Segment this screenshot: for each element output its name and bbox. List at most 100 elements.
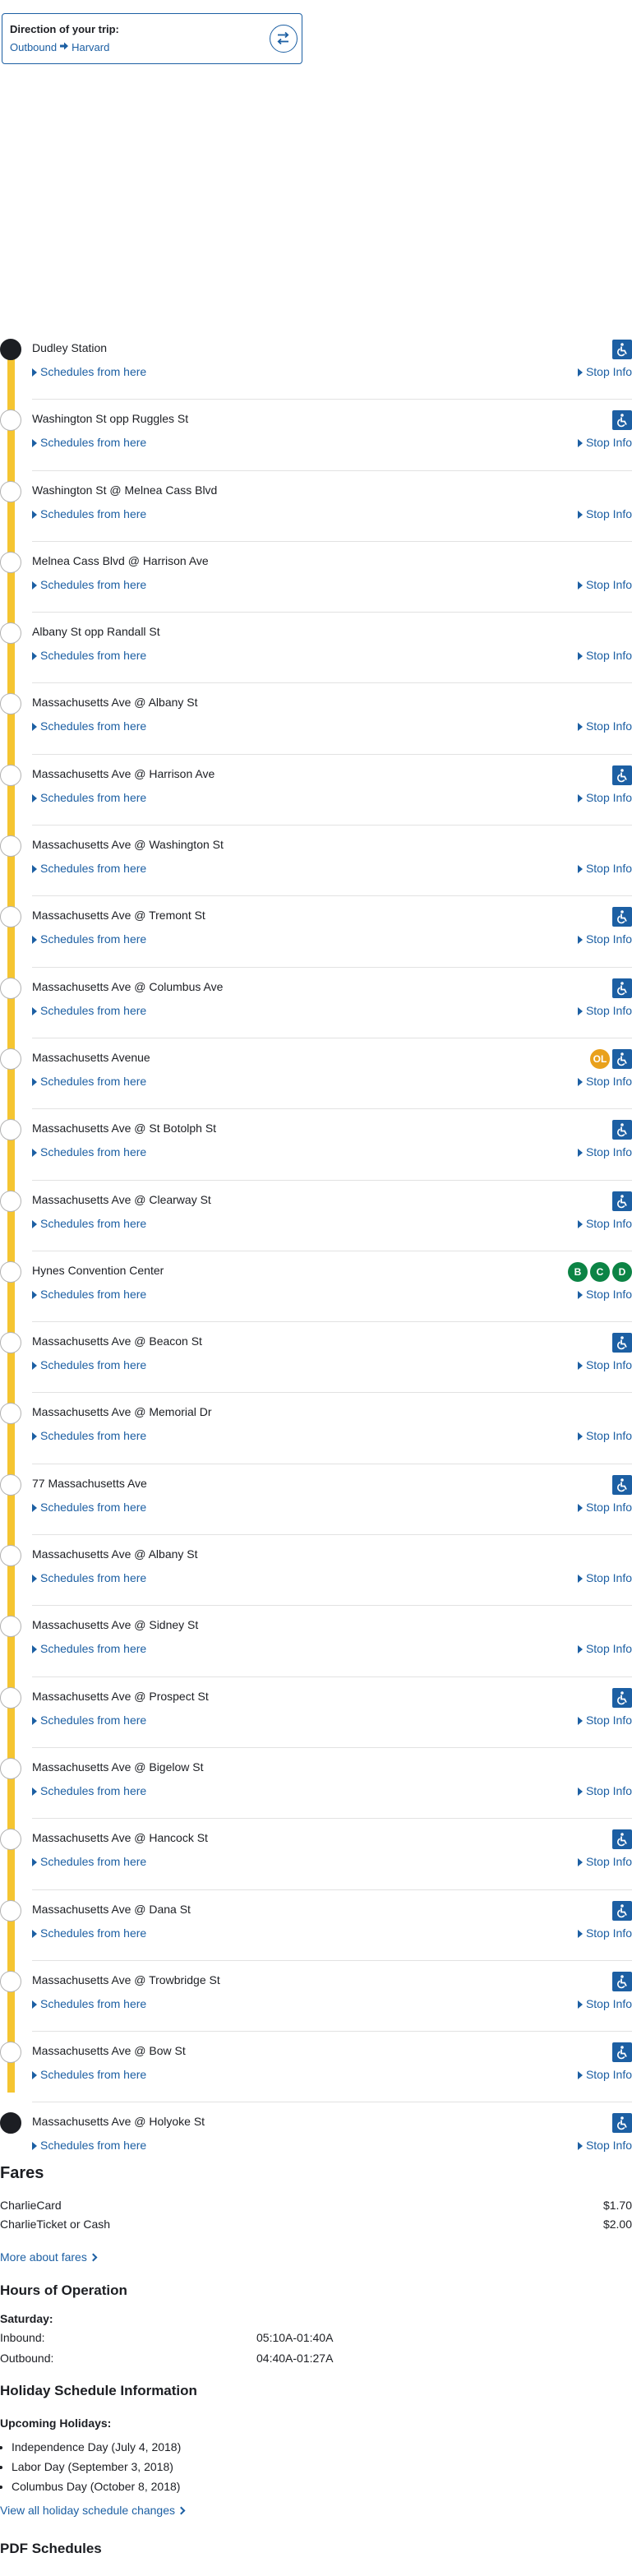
stop-icons <box>612 2042 632 2063</box>
schedules-from-here-link[interactable]: Schedules from here <box>32 1217 146 1230</box>
schedules-link-label: Schedules from here <box>40 436 147 450</box>
stop-info-label: Stop Info <box>585 436 632 450</box>
schedules-from-here-link[interactable]: Schedules from here <box>32 1784 146 1797</box>
stop-info-link[interactable]: Stop Info <box>577 791 632 804</box>
stop-name: Massachusetts Ave @ Albany St <box>32 1547 198 1561</box>
schedules-link-label: Schedules from here <box>40 1926 147 1940</box>
stop-info-link[interactable]: Stop Info <box>577 1145 632 1159</box>
stop-info-link[interactable]: Stop Info <box>577 1855 632 1868</box>
stop-info-link[interactable]: Stop Info <box>577 1429 632 1442</box>
schedules-from-here-link[interactable]: Schedules from here <box>32 2139 146 2152</box>
schedules-link-label: Schedules from here <box>40 1287 147 1301</box>
wheelchair-accessible-icon <box>612 1191 632 1211</box>
caret-right-icon <box>577 2000 583 2009</box>
stop-info-link[interactable]: Stop Info <box>577 649 632 662</box>
schedules-from-here-link[interactable]: Schedules from here <box>32 1501 146 1514</box>
stop-row: Albany St opp Randall St Schedules from h… <box>0 613 632 684</box>
stop-name: Massachusetts Avenue <box>32 1050 150 1064</box>
stop-info-link[interactable]: Stop Info <box>577 578 632 591</box>
wheelchair-accessible-icon <box>612 765 632 785</box>
stop-info-link[interactable]: Stop Info <box>577 2068 632 2081</box>
direction-value[interactable]: Outbound Harvard <box>10 41 109 53</box>
stop-name: Massachusetts Ave @ Clearway St <box>32 1192 211 1206</box>
schedules-from-here-link[interactable]: Schedules from here <box>32 1075 146 1088</box>
schedules-from-here-link[interactable]: Schedules from here <box>32 649 146 662</box>
schedules-from-here-link[interactable]: Schedules from here <box>32 1004 146 1017</box>
stop-name: Hynes Convention Center <box>32 1263 164 1277</box>
schedules-from-here-link[interactable]: Schedules from here <box>32 2068 146 2081</box>
stop-info-link[interactable]: Stop Info <box>577 1075 632 1088</box>
schedules-from-here-link[interactable]: Schedules from here <box>32 1855 146 1868</box>
schedules-from-here-link[interactable]: Schedules from here <box>32 507 146 520</box>
caret-right-icon <box>577 1503 583 1512</box>
stop-info-link[interactable]: Stop Info <box>577 1004 632 1017</box>
schedules-from-here-link[interactable]: Schedules from here <box>32 1713 146 1727</box>
stop-name: Massachusetts Ave @ Memorial Dr <box>32 1405 212 1419</box>
schedules-from-here-link[interactable]: Schedules from here <box>32 1145 146 1159</box>
stop-info-link[interactable]: Stop Info <box>577 1642 632 1655</box>
schedules-from-here-link[interactable]: Schedules from here <box>32 719 146 733</box>
schedules-link-label: Schedules from here <box>40 719 147 733</box>
schedules-from-here-link[interactable]: Schedules from here <box>32 932 146 946</box>
schedules-link-label: Schedules from here <box>40 790 147 804</box>
schedules-from-here-link[interactable]: Schedules from here <box>32 436 146 449</box>
schedules-from-here-link[interactable]: Schedules from here <box>32 1926 146 1940</box>
fare-price: $1.70 <box>602 2199 632 2212</box>
stop-info-link[interactable]: Stop Info <box>577 1287 632 1301</box>
caret-right-icon <box>577 936 583 945</box>
stop-info-link[interactable]: Stop Info <box>577 2139 632 2152</box>
stop-name: Massachusetts Ave @ Dana St <box>32 1902 191 1916</box>
schedules-from-here-link[interactable]: Schedules from here <box>32 1288 146 1301</box>
caret-right-icon <box>32 723 37 732</box>
schedules-from-here-link[interactable]: Schedules from here <box>32 1642 146 1655</box>
stop-info-link[interactable]: Stop Info <box>577 365 632 378</box>
caret-right-icon <box>32 1219 37 1228</box>
more-about-fares-link[interactable]: More about fares <box>0 2250 98 2264</box>
stop-info-label: Stop Info <box>585 1287 632 1301</box>
caret-right-icon <box>32 2071 37 2080</box>
view-all-holiday-changes-link[interactable]: View all holiday schedule changes <box>0 2504 186 2517</box>
schedules-link-label: Schedules from here <box>40 1855 147 1869</box>
schedules-from-here-link[interactable]: Schedules from here <box>32 862 146 875</box>
swap-direction-button[interactable] <box>270 25 298 53</box>
stop-info-link[interactable]: Stop Info <box>577 1571 632 1584</box>
stop-name: Massachusetts Ave @ Holyoke St <box>32 2115 205 2129</box>
stop-row: Massachusetts Ave @ Albany St Schedules f… <box>0 1535 632 1607</box>
stop-info-link[interactable]: Stop Info <box>577 1217 632 1230</box>
schedules-from-here-link[interactable]: Schedules from here <box>32 791 146 804</box>
stop-info-link[interactable]: Stop Info <box>577 1713 632 1727</box>
stop-info-link[interactable]: Stop Info <box>577 1997 632 2010</box>
stop-info-link[interactable]: Stop Info <box>577 862 632 875</box>
schedules-from-here-link[interactable]: Schedules from here <box>32 365 146 378</box>
stop-info-link[interactable]: Stop Info <box>577 1784 632 1797</box>
arrow-right-icon <box>59 41 69 53</box>
schedules-from-here-link[interactable]: Schedules from here <box>32 1358 146 1371</box>
stop-info-link[interactable]: Stop Info <box>577 1926 632 1940</box>
stop-info-link[interactable]: Stop Info <box>577 507 632 520</box>
caret-right-icon <box>577 723 583 732</box>
stop-icons <box>612 1900 632 1921</box>
schedules-from-here-link[interactable]: Schedules from here <box>32 1429 146 1442</box>
stop-icons <box>612 410 632 431</box>
wheelchair-accessible-icon <box>612 1333 632 1353</box>
stop-info-link[interactable]: Stop Info <box>577 1501 632 1514</box>
stop-row: Massachusetts Ave @ Dana St Schedules fro… <box>0 1890 632 1961</box>
direction-label: Direction of your trip: <box>10 23 119 35</box>
stop-row: Massachusetts Ave @ Hancock St Schedules … <box>0 1819 632 1890</box>
schedules-from-here-link[interactable]: Schedules from here <box>32 578 146 591</box>
schedules-from-here-link[interactable]: Schedules from here <box>32 1571 146 1584</box>
stop-info-link[interactable]: Stop Info <box>577 719 632 733</box>
stop-name: Massachusetts Ave @ Bow St <box>32 2044 186 2058</box>
caret-right-icon <box>577 2142 583 2151</box>
pdf-schedules-title: PDF Schedules <box>0 2541 102 2556</box>
stop-marker <box>0 1332 21 1354</box>
stop-row: Melnea Cass Blvd @ Harrison Ave Schedules… <box>0 542 632 613</box>
stop-info-link[interactable]: Stop Info <box>577 932 632 946</box>
stop-name: Massachusetts Ave @ Columbus Ave <box>32 979 224 993</box>
stop-info-link[interactable]: Stop Info <box>577 436 632 450</box>
stop-marker <box>0 1970 21 1992</box>
stop-info-link[interactable]: Stop Info <box>577 1358 632 1371</box>
stop-row: 77 Massachusetts Ave Schedules from here S… <box>0 1464 632 1536</box>
schedules-from-here-link[interactable]: Schedules from here <box>32 1997 146 2010</box>
stop-row: Hynes Convention Center Schedules from he… <box>0 1251 632 1323</box>
